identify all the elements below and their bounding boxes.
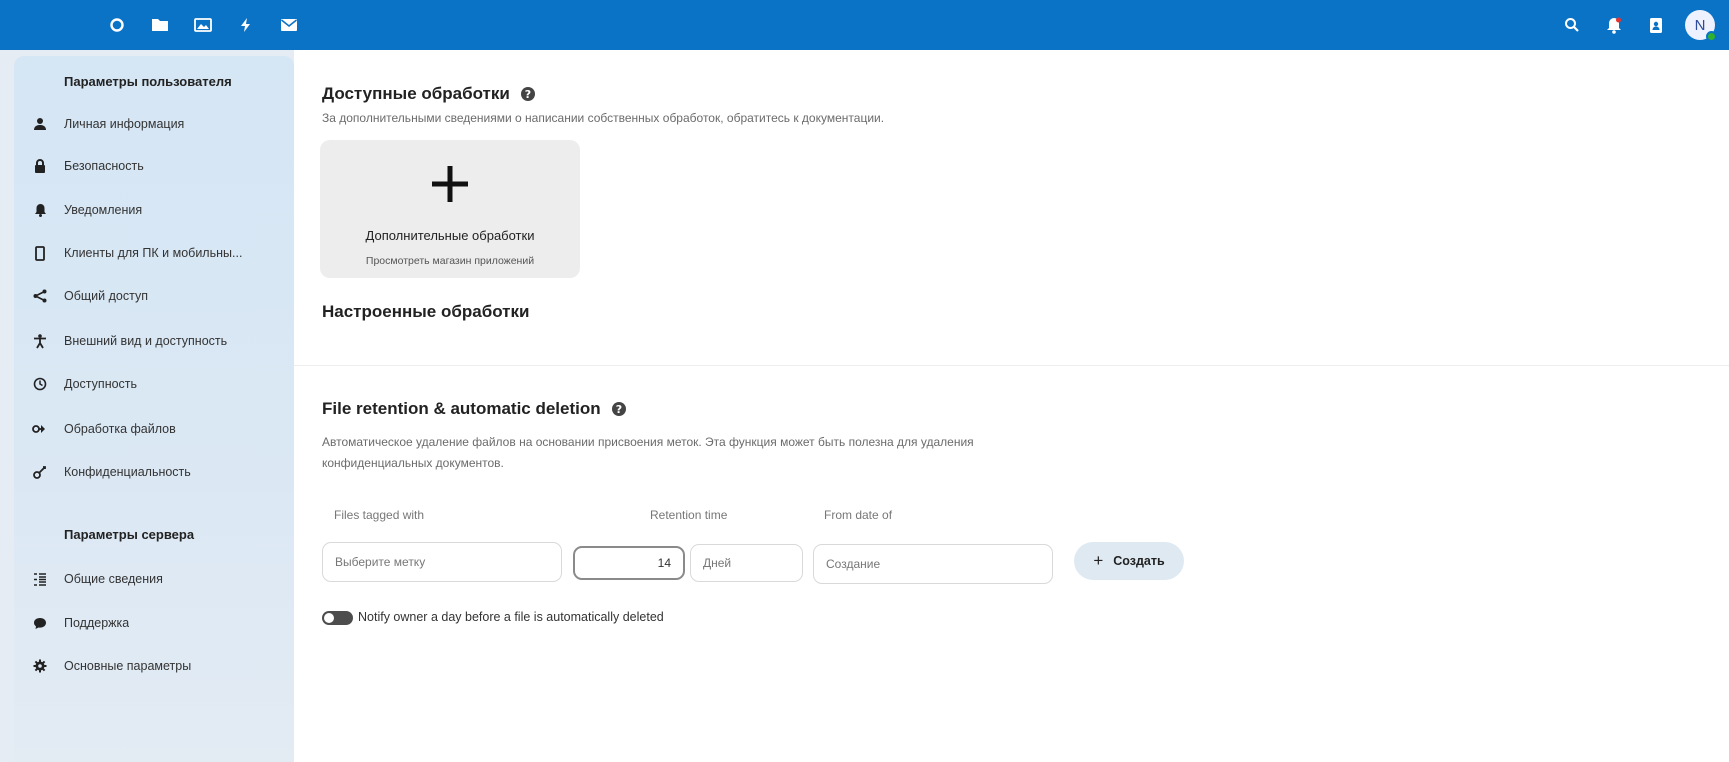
search-icon[interactable] (1551, 0, 1593, 50)
help-icon[interactable]: ? (520, 86, 536, 102)
user-icon (24, 117, 56, 131)
create-button-label: Создать (1113, 554, 1165, 568)
sidebar-item-label: Личная информация (64, 117, 185, 131)
main-content: Доступные обработки ? За дополнительными… (294, 50, 1729, 762)
available-flows-section: Доступные обработки ? (322, 84, 536, 104)
sidebar-item-label: Общие сведения (64, 572, 163, 586)
column-files-tagged: Files tagged with (334, 508, 425, 522)
settings-icon (24, 659, 56, 673)
bell-icon (24, 203, 56, 217)
contacts-icon[interactable] (1635, 0, 1677, 50)
accessibility-icon (24, 333, 56, 349)
sidebar-item-personal-info[interactable]: Личная информация (24, 106, 282, 142)
sidebar-item-appearance[interactable]: Внешний вид и доступность (24, 323, 282, 359)
column-retention-time: Retention time (650, 508, 728, 522)
app-menu (106, 0, 300, 50)
mail-icon[interactable] (278, 14, 300, 36)
sidebar-item-label: Общий доступ (64, 289, 148, 303)
dashboard-icon[interactable] (106, 14, 128, 36)
settings-sidebar: Параметры пользователя Личная информация… (14, 56, 303, 762)
configured-flows-title: Настроенные обработки (322, 302, 530, 321)
clock-icon (24, 377, 56, 391)
sidebar-item-label: Поддержка (64, 616, 130, 630)
sidebar-item-label: Безопасность (64, 159, 144, 173)
sidebar-item-security[interactable]: Безопасность (24, 148, 282, 184)
notify-owner-label: Notify owner a day before a file is auto… (358, 610, 664, 624)
sidebar-item-availability[interactable]: Доступность (24, 366, 282, 402)
retention-description: Автоматическое удаление файлов на основа… (322, 432, 974, 474)
create-button[interactable]: + Создать (1074, 542, 1184, 580)
from-date-select[interactable]: Создание (813, 544, 1053, 584)
sidebar-item-support[interactable]: Поддержка (24, 605, 282, 641)
more-flows-card[interactable]: Дополнительные обработки Просмотреть маг… (320, 140, 580, 278)
sidebar-item-overview[interactable]: Общие сведения (24, 561, 282, 597)
sidebar-item-label: Клиенты для ПК и мобильны... (64, 246, 243, 260)
sidebar-item-clients[interactable]: Клиенты для ПК и мобильны... (24, 235, 282, 271)
help-icon[interactable]: ? (611, 401, 627, 417)
plus-icon (320, 162, 580, 210)
plus-icon: + (1093, 551, 1104, 570)
sidebar-item-label: Основные параметры (64, 659, 192, 673)
photos-icon[interactable] (192, 14, 214, 36)
sidebar-item-label: Конфиденциальность (64, 465, 191, 479)
tag-select[interactable]: Выберите метку (322, 542, 562, 582)
sidebar-item-label: Обработка файлов (64, 422, 176, 436)
app-store-link[interactable]: Просмотреть магазин приложений (320, 255, 580, 267)
svg-text:?: ? (615, 403, 621, 416)
files-icon[interactable] (149, 14, 171, 36)
sidebar-item-label: Уведомления (64, 203, 143, 217)
retention-amount-input[interactable]: 14 (573, 546, 685, 580)
available-flows-description: За дополнительными сведениями о написани… (322, 111, 885, 125)
server-settings-heading: Параметры сервера (64, 527, 195, 542)
more-flows-title: Дополнительные обработки (365, 228, 535, 243)
sidebar-item-basic-settings[interactable]: Основные параметры (24, 648, 282, 684)
share-icon (24, 289, 56, 303)
sidebar-item-label: Доступность (64, 377, 138, 391)
avatar-initial: N (1694, 16, 1706, 34)
retention-section: File retention & automatic deletion ? (322, 399, 627, 419)
retention-description-line: конфиденциальных документов. (322, 456, 504, 470)
phone-icon (24, 245, 56, 261)
toggle-knob (324, 613, 334, 623)
retention-title: File retention & automatic deletion (322, 399, 601, 418)
personal-settings-heading: Параметры пользователя (64, 74, 232, 89)
top-header: N (0, 0, 1729, 50)
sidebar-item-file-workflows[interactable]: Обработка файлов (24, 411, 282, 447)
retention-description-line: Автоматическое удаление файлов на основа… (322, 435, 974, 449)
lock-icon (24, 159, 56, 173)
overview-icon (24, 572, 56, 586)
sidebar-item-privacy[interactable]: Конфиденциальность (24, 454, 282, 490)
key-icon (24, 465, 56, 479)
online-status-icon (1706, 31, 1717, 42)
header-right: N (1551, 0, 1729, 50)
available-flows-title: Доступные обработки (322, 84, 510, 103)
retention-unit-select[interactable]: Дней (690, 544, 803, 582)
section-divider (294, 365, 1729, 366)
notifications-icon[interactable] (1593, 0, 1635, 50)
column-from-date: From date of (824, 508, 893, 522)
avatar[interactable]: N (1685, 10, 1717, 42)
activity-icon[interactable] (235, 14, 257, 36)
sidebar-item-sharing[interactable]: Общий доступ (24, 278, 282, 314)
svg-text:?: ? (525, 88, 531, 101)
sidebar-item-notifications[interactable]: Уведомления (24, 192, 282, 228)
support-icon (24, 617, 56, 630)
sidebar-item-label: Внешний вид и доступность (64, 334, 228, 348)
workflow-icon (24, 423, 56, 435)
notify-owner-toggle[interactable] (322, 611, 353, 625)
